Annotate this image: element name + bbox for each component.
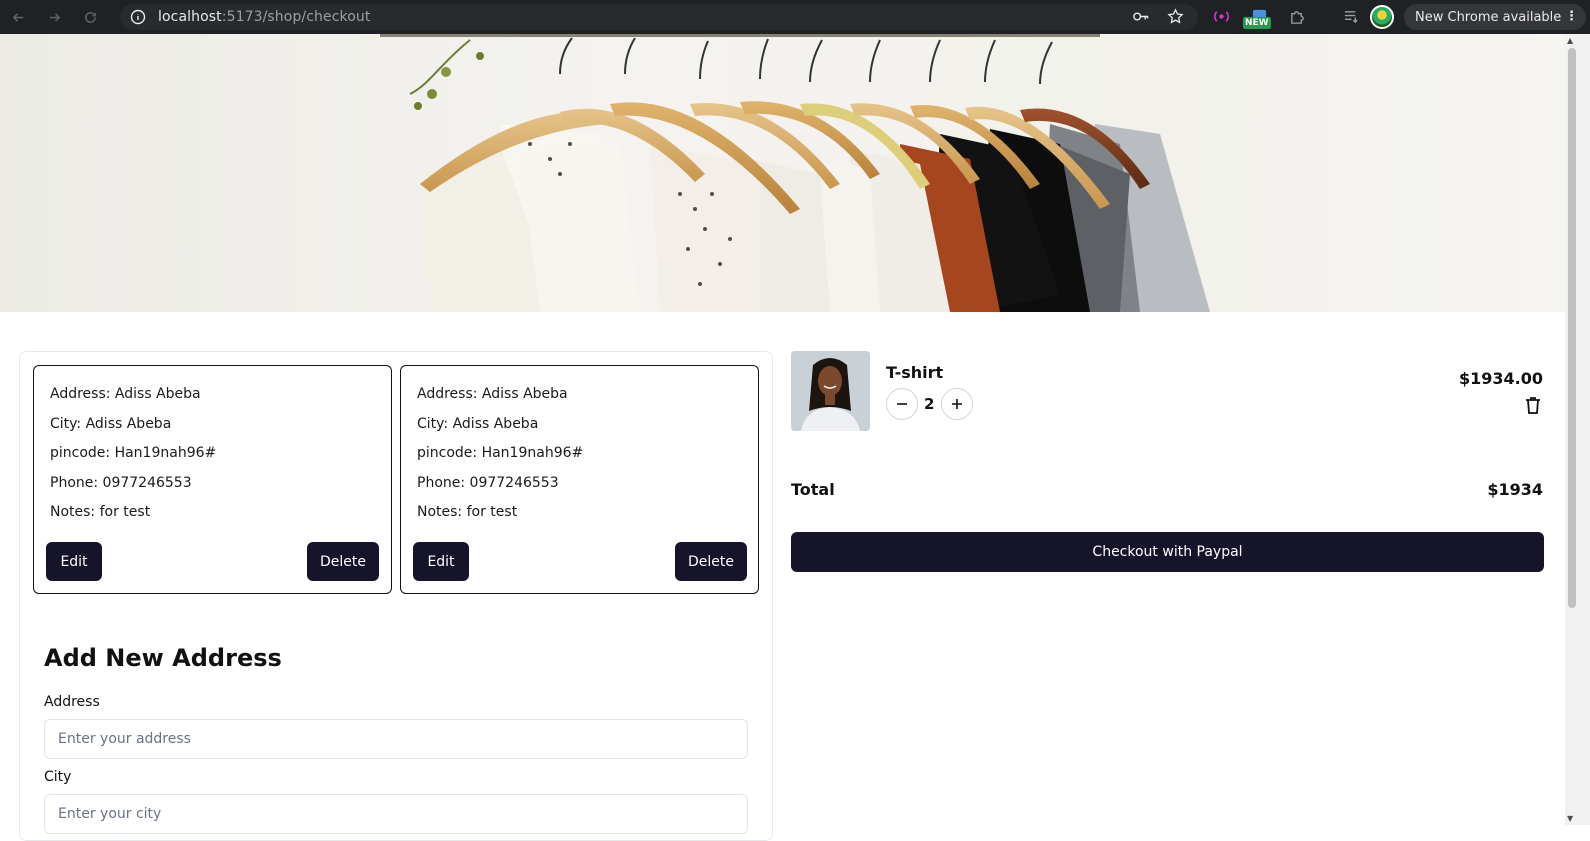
city-line: City: Adiss Abeba [50,415,172,432]
address-panel: Address: Adiss Abeba City: Adiss Abeba p… [19,351,773,841]
scroll-up-icon[interactable]: ▲ [1567,36,1573,45]
forward-icon[interactable] [36,0,72,34]
add-address-title: Add New Address [44,644,282,672]
edit-button[interactable]: Edit [46,542,102,581]
media-queue-icon[interactable] [1340,5,1362,27]
back-icon[interactable] [0,0,36,34]
address-card[interactable]: Address: Adiss Abeba City: Adiss Abeba p… [400,365,759,594]
address-line: Address: Adiss Abeba [417,386,568,402]
scroll-down-icon[interactable]: ▼ [1567,814,1573,823]
city-label: City [44,769,72,785]
delete-button[interactable]: Delete [307,542,379,581]
url-text: localhost:5173/shop/checkout [158,9,371,25]
new-badge: NEW [1243,17,1271,29]
quantity-value: 2 [924,395,935,413]
increase-quantity-button[interactable] [941,388,973,420]
reload-icon[interactable] [72,0,108,34]
edit-button[interactable]: Edit [413,542,469,581]
menu-dots-icon[interactable]: ⋮ [1565,9,1578,24]
hero-image [380,34,1210,312]
chrome-update-button[interactable]: New Chrome available ⋮ [1404,4,1586,30]
scrollbar-thumb[interactable] [1568,48,1576,608]
total-label: Total [791,480,835,499]
hero-banner [0,34,1565,312]
pincode-line: pincode: Han19nah96# [417,445,584,461]
media-icon[interactable] [1210,5,1232,27]
total-value: $1934 [1487,480,1543,499]
decrease-quantity-button[interactable] [886,388,918,420]
address-bar[interactable]: localhost:5173/shop/checkout [120,4,1198,30]
address-card[interactable]: Address: Adiss Abeba City: Adiss Abeba p… [33,365,392,594]
phone-line: Phone: 0977246553 [50,474,192,491]
notes-line: Notes: for test [417,504,518,520]
plus-icon [952,399,962,409]
browser-toolbar: localhost:5173/shop/checkout NEW New Chr… [0,0,1590,34]
puzzle-icon[interactable] [1286,5,1308,27]
address-label: Address [44,694,100,710]
cart-item-price: $1934.00 [1458,369,1543,388]
delete-button[interactable]: Delete [675,542,747,581]
address-input[interactable] [44,719,748,759]
key-icon[interactable] [1132,8,1149,25]
minus-icon [897,403,907,405]
profile-avatar[interactable] [1370,5,1394,29]
site-info-icon[interactable] [130,9,146,25]
checkout-paypal-button[interactable]: Checkout with Paypal [791,532,1544,572]
cart-item-title: T-shirt [886,363,944,382]
pincode-line: pincode: Han19nah96# [50,445,217,461]
update-label: New Chrome available [1415,9,1562,25]
notes-line: Notes: for test [50,504,151,520]
product-image [791,351,870,431]
city-line: City: Adiss Abeba [417,415,539,432]
bookmark-star-icon[interactable] [1167,8,1184,25]
city-input[interactable] [44,794,748,834]
phone-line: Phone: 0977246553 [417,474,559,491]
page-scrollbar[interactable]: ▲ ▼ [1565,34,1590,825]
trash-icon[interactable] [1523,395,1543,415]
address-line: Address: Adiss Abeba [50,386,201,402]
